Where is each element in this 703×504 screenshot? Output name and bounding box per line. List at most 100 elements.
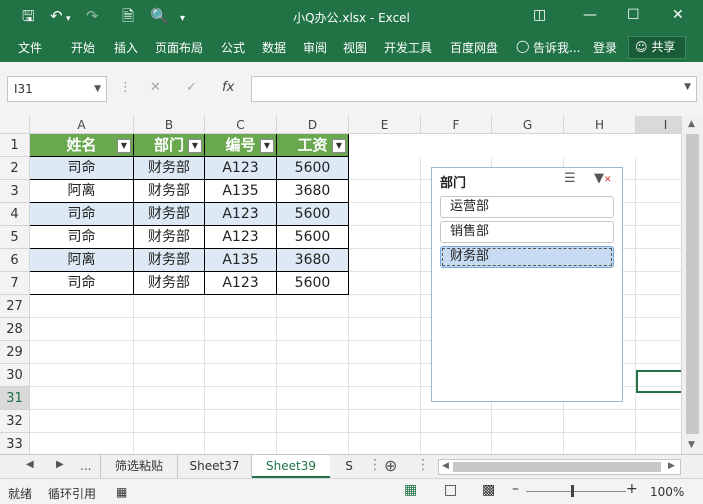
ribbon-display-icon[interactable]: ◫	[533, 5, 546, 25]
normal-view-icon[interactable]: ▦	[404, 482, 417, 498]
col-header-i[interactable]: I	[636, 116, 681, 134]
grid-cell[interactable]	[636, 180, 681, 203]
col-header-d[interactable]: D	[277, 116, 349, 134]
grid-cell[interactable]	[349, 387, 421, 410]
grid-cell[interactable]	[564, 433, 636, 454]
tab-home[interactable]: 开始	[71, 39, 95, 56]
grid-cell[interactable]	[492, 410, 564, 433]
grid-cell[interactable]	[421, 433, 492, 454]
grid-cell[interactable]	[30, 387, 134, 410]
sheet-tab-sheet39[interactable]: Sheet39	[252, 455, 330, 478]
active-cell[interactable]	[636, 370, 681, 393]
grid-cell[interactable]	[349, 203, 421, 226]
grid-cell[interactable]	[492, 433, 564, 454]
vertical-scrollbar[interactable]: ▲ ▼	[681, 116, 703, 454]
col-header-e[interactable]: E	[349, 116, 421, 134]
expand-icon[interactable]: ▼	[684, 82, 691, 92]
col-header-a[interactable]: A	[30, 116, 134, 134]
table-cell[interactable]: A123	[205, 157, 277, 180]
grid-cell[interactable]	[134, 318, 205, 341]
splitter-icon[interactable]: ⋮	[416, 457, 430, 473]
grid-cell[interactable]	[30, 295, 134, 318]
share-button[interactable]: ☺ 共享	[628, 36, 686, 59]
row-header[interactable]: 33	[0, 433, 30, 454]
row-header[interactable]: 1	[0, 134, 30, 157]
grid-cell[interactable]	[30, 364, 134, 387]
grid-cell[interactable]	[277, 387, 349, 410]
row-header[interactable]: 5	[0, 226, 30, 249]
col-header-b[interactable]: B	[134, 116, 205, 134]
new-sheet-icon[interactable]: ⊕	[384, 456, 397, 475]
chevron-down-icon[interactable]: ▼	[94, 77, 101, 101]
filter-dropdown-icon[interactable]: ▼	[117, 139, 131, 153]
table-cell[interactable]: 司命	[30, 272, 134, 295]
scroll-down-icon[interactable]: ▼	[688, 440, 695, 450]
grid-cell[interactable]	[636, 318, 681, 341]
filter-dropdown-icon[interactable]: ▼	[332, 139, 346, 153]
table-cell[interactable]: 财务部	[134, 180, 205, 203]
scroll-thumb[interactable]	[686, 134, 699, 434]
clear-filter-icon[interactable]: ▼✕	[594, 171, 612, 186]
insert-function-icon[interactable]: fx	[222, 80, 234, 95]
table-cell[interactable]: 阿离	[30, 249, 134, 272]
table-cell[interactable]: 财务部	[134, 226, 205, 249]
sheet-tab-filter-paste[interactable]: 筛选粘贴	[100, 455, 178, 478]
grid-cell[interactable]	[636, 341, 681, 364]
tab-insert[interactable]: 插入	[114, 39, 138, 56]
login-link[interactable]: 登录	[593, 39, 617, 56]
row-header[interactable]: 7	[0, 272, 30, 295]
tab-formulas[interactable]: 公式	[221, 39, 245, 56]
grid-cell[interactable]	[134, 410, 205, 433]
grid-cell[interactable]	[349, 249, 421, 272]
select-all-corner[interactable]	[0, 116, 30, 134]
grid-cell[interactable]	[205, 295, 277, 318]
scroll-up-icon[interactable]: ▲	[688, 119, 695, 129]
row-header[interactable]: 4	[0, 203, 30, 226]
row-header[interactable]: 32	[0, 410, 30, 433]
tab-file[interactable]: 文件	[18, 39, 42, 56]
close-icon[interactable]: ✕	[672, 5, 684, 25]
slicer-dept[interactable]: 部门 ☰ ▼✕ 运营部 销售部 财务部	[431, 167, 623, 402]
grid-cell[interactable]	[349, 364, 421, 387]
filter-dropdown-icon[interactable]: ▼	[260, 139, 274, 153]
table-cell[interactable]: 财务部	[134, 157, 205, 180]
grid-cell[interactable]	[636, 203, 681, 226]
row-header[interactable]: 27	[0, 295, 30, 318]
header-salary-cell[interactable]: 工资 ▼	[277, 134, 349, 157]
tab-developer[interactable]: 开发工具	[384, 39, 432, 56]
grid-cell[interactable]	[30, 410, 134, 433]
formula-input[interactable]: ▼	[251, 76, 697, 102]
tab-review[interactable]: 审阅	[303, 39, 327, 56]
zoom-slider[interactable]	[526, 491, 626, 492]
tab-baidu[interactable]: 百度网盘	[450, 39, 498, 56]
header-dept-cell[interactable]: 部门 ▼	[134, 134, 205, 157]
page-break-view-icon[interactable]: ▩	[482, 482, 495, 498]
tab-data[interactable]: 数据	[262, 39, 286, 56]
table-cell[interactable]: 阿离	[30, 180, 134, 203]
name-box[interactable]: I31 ▼	[7, 76, 107, 102]
table-cell[interactable]: 3680	[277, 249, 349, 272]
col-header-f[interactable]: F	[421, 116, 492, 134]
horizontal-scrollbar[interactable]: ◀ ▶	[438, 459, 681, 475]
tab-more[interactable]: ...	[80, 459, 91, 473]
grid-cell[interactable]	[30, 433, 134, 454]
header-id-cell[interactable]: 编号 ▼	[205, 134, 277, 157]
grid-cell[interactable]	[134, 295, 205, 318]
grid-cell[interactable]	[349, 180, 421, 203]
grid-cell[interactable]	[636, 272, 681, 295]
hscroll-thumb[interactable]	[453, 462, 661, 472]
table-cell[interactable]: 财务部	[134, 203, 205, 226]
row-header[interactable]: 30	[0, 364, 30, 387]
table-cell[interactable]: 5600	[277, 226, 349, 249]
row-header[interactable]: 31	[0, 387, 30, 410]
slicer-item-sales[interactable]: 销售部	[440, 221, 614, 243]
row-header[interactable]: 2	[0, 157, 30, 180]
sheet-tab-sheet37[interactable]: Sheet37	[178, 455, 252, 478]
grid-cell[interactable]	[564, 410, 636, 433]
grid-cell[interactable]	[421, 410, 492, 433]
filter-active-icon[interactable]: ▼	[188, 139, 202, 153]
grid-cell[interactable]	[277, 341, 349, 364]
grid-cell[interactable]	[349, 433, 421, 454]
tell-me[interactable]: 告诉我...	[533, 39, 580, 56]
tab-view[interactable]: 视图	[343, 39, 367, 56]
